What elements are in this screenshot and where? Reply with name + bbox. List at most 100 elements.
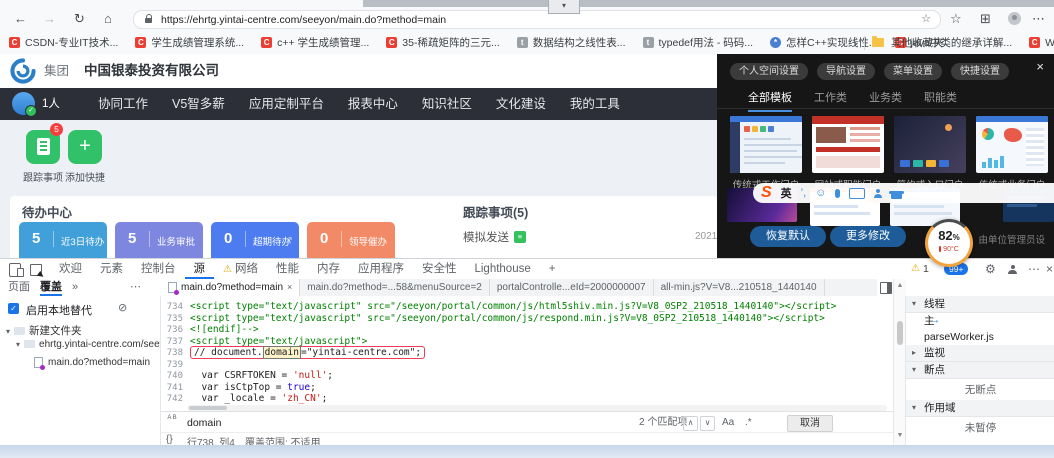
tree-file-row[interactable]: main.do?method=main [34, 355, 150, 370]
devtools-more-icon[interactable]: ⋯ [1028, 259, 1040, 279]
tab-overrides[interactable]: 覆盖 [40, 279, 62, 296]
gutter-line-number[interactable]: 743 [161, 406, 190, 407]
settings-gear-icon[interactable]: ⚙ [985, 259, 996, 279]
scroll-down-icon[interactable]: ▼ [896, 432, 904, 439]
bookmark-item[interactable]: C35-稀疏矩阵的三元... [386, 35, 499, 50]
devtools-close-icon[interactable]: × [1046, 259, 1053, 279]
bookmark-item[interactable]: Cc++ 学生成绩管理... [261, 35, 369, 50]
back-button[interactable]: ← [14, 7, 27, 31]
gutter-line-number[interactable]: 736 [161, 325, 190, 337]
user-count[interactable]: 1人 [42, 88, 60, 120]
search-input[interactable] [185, 414, 619, 432]
scrollbar-thumb[interactable] [897, 321, 903, 345]
tree-folder-row[interactable]: ▾新建文件夹 [6, 323, 82, 338]
thread-main-row[interactable]: →主 [906, 313, 1054, 329]
restore-default-button[interactable]: 恢复默认 [750, 226, 826, 247]
nav-item-5[interactable]: 文化建设 [491, 88, 551, 120]
previous-match-button[interactable]: ∧ [683, 416, 698, 431]
todo-card[interactable]: 0超期待办↗ [211, 222, 299, 258]
url-input[interactable] [159, 13, 863, 27]
emoji-icon[interactable]: ☺ [815, 187, 826, 199]
panel-tabs-more-icon[interactable]: » [72, 279, 78, 296]
nav-item-1[interactable]: V5智多薪 [167, 88, 230, 120]
section-scope[interactable]: ▾作用域 [906, 400, 1054, 417]
template-thumb[interactable]: 简约式入口门户 [894, 116, 966, 191]
todo-card[interactable]: 5近3日待办 [19, 222, 107, 258]
clear-overrides-icon[interactable]: ⊘ [118, 301, 127, 314]
search-mode-icon[interactable]: A B [166, 415, 178, 429]
scrollbar-thumb[interactable] [189, 406, 227, 410]
devtools-tab[interactable]: Lighthouse [465, 259, 539, 279]
file-tab[interactable]: all-min.js?V=V8...210518_1440140 [654, 279, 825, 296]
sogou-logo[interactable]: S [761, 184, 772, 202]
template-thumb[interactable]: 传统式业务门户 [976, 116, 1048, 191]
settings-pill[interactable]: 快捷设置 [951, 63, 1009, 80]
gutter-line-number[interactable]: 742 [161, 394, 190, 406]
devtools-tab[interactable]: 元素 [91, 259, 132, 279]
collections-icon[interactable]: ⊞ [980, 7, 991, 31]
nav-item-3[interactable]: 报表中心 [343, 88, 403, 120]
account-icon[interactable] [874, 194, 882, 198]
devtools-tab[interactable]: 控制台 [132, 259, 185, 279]
refresh-button[interactable]: ↻ [74, 7, 85, 31]
close-icon[interactable]: × [287, 279, 292, 296]
bookmark-item[interactable]: C学生成绩管理系统... [135, 35, 244, 50]
inspect-icon[interactable] [30, 264, 42, 276]
cancel-button[interactable]: 取消 [787, 415, 833, 432]
bookmark-item[interactable]: CCSDN-专业IT技术... [9, 35, 118, 50]
devtools-tab[interactable]: 源 [185, 259, 215, 279]
user-avatar[interactable]: ✓ [12, 92, 35, 115]
panel-more-icon[interactable]: ⋯ [130, 279, 141, 296]
shortcut-add-quick[interactable]: + [68, 130, 102, 164]
performance-gauge[interactable]: 82% 90°C [925, 219, 973, 267]
feedback-icon[interactable] [1008, 270, 1017, 274]
track-item-row[interactable]: 模拟发送 ≡ [463, 229, 526, 245]
soft-keyboard-icon[interactable] [849, 188, 865, 199]
format-icon[interactable]: {} [166, 434, 173, 445]
address-bar[interactable]: ☆ [133, 10, 941, 29]
section-breakpoints[interactable]: ▾断点 [906, 362, 1054, 379]
regex-toggle[interactable]: .* [745, 412, 752, 433]
devtools-tab[interactable]: 性能 [267, 259, 308, 279]
tree-folder-row[interactable]: ▾ehrtg.yintai-centre.com/seeyon [16, 339, 161, 354]
section-threads[interactable]: ▾线程 [906, 296, 1054, 313]
enable-overrides-checkbox[interactable]: ✓ [8, 303, 19, 314]
navigator-toggle-icon[interactable] [880, 282, 892, 294]
devtools-tab[interactable]: 安全性 [413, 259, 466, 279]
skin-icon[interactable] [891, 191, 902, 199]
warning-counter[interactable]: ⚠ 1 [911, 259, 929, 279]
file-tab[interactable]: main.do?method=...58&menuSource=2 [300, 279, 490, 296]
close-icon[interactable]: × [1036, 60, 1044, 73]
nav-item-2[interactable]: 应用定制平台 [244, 88, 329, 120]
gutter-line-number[interactable]: 738 [161, 348, 190, 360]
nav-item-0[interactable]: 协同工作 [93, 88, 153, 120]
forward-button[interactable]: → [43, 7, 56, 31]
next-match-button[interactable]: ∨ [700, 416, 715, 431]
punctuation-icon[interactable]: ’, [801, 187, 807, 199]
todo-card[interactable]: 0领导催办 [307, 222, 395, 258]
settings-pill[interactable]: 个人空间设置 [730, 63, 808, 80]
tab-page[interactable]: 页面 [8, 279, 30, 296]
template-thumb[interactable]: 网站式职能门户 [812, 116, 884, 191]
browser-menu-icon[interactable]: ⋯ [1032, 7, 1045, 31]
settings-pill[interactable]: 菜单设置 [884, 63, 942, 80]
favorite-add-icon[interactable]: ☆ [921, 12, 931, 25]
todo-card[interactable]: 5业务审批 [115, 222, 203, 258]
scroll-up-icon[interactable]: ▲ [896, 282, 904, 289]
devtools-tab[interactable]: ⚠网络 [214, 259, 267, 279]
nav-item-6[interactable]: 我的工具 [565, 88, 625, 120]
tab-dropdown[interactable]: ▾ [548, 0, 580, 14]
bookmark-item[interactable]: CWriteOutput - quit... [1029, 37, 1054, 49]
favorites-icon[interactable]: ☆ [950, 7, 962, 31]
device-toolbar-icon[interactable] [9, 263, 21, 277]
more-modify-button[interactable]: 更多修改 [830, 226, 906, 247]
devtools-tab[interactable]: 欢迎 [50, 259, 91, 279]
match-case-toggle[interactable]: Aa [722, 412, 734, 433]
ime-language-toggle[interactable]: 英 [781, 185, 792, 201]
add-tab-button[interactable]: + [540, 259, 565, 279]
bookmark-item[interactable]: t数据结构之线性表... [517, 35, 626, 50]
bookmark-item[interactable]: ttypedef用法 - 码码... [643, 35, 754, 50]
nav-item-4[interactable]: 知识社区 [417, 88, 477, 120]
home-button[interactable]: ⌂ [104, 7, 112, 31]
devtools-tab[interactable]: 内存 [308, 259, 349, 279]
